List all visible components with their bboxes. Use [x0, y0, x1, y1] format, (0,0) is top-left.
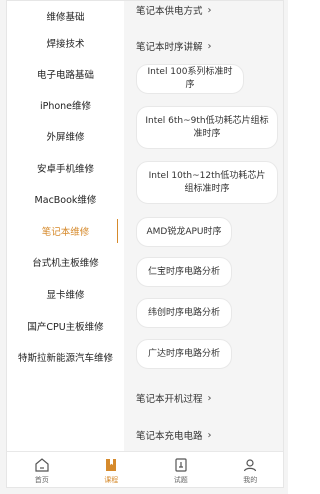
sidebar-item-domestic-cpu-board[interactable]: 国产CPU主板维修: [7, 311, 124, 341]
screenshot-frame: 维修基础 焊接技术 电子电路基础 iPhone维修 外屏维修 安卓手机维修 Ma…: [0, 0, 288, 494]
sidebar-item-label: 笔记本维修: [41, 227, 90, 238]
tab-profile[interactable]: 我的: [216, 452, 284, 487]
section-title: 笔记本充电电路: [136, 431, 203, 442]
exam-icon: [175, 457, 187, 472]
course-bookmark-icon: [106, 458, 117, 471]
lesson-chip[interactable]: Intel 10th~12th低功耗芯片组标准时序: [136, 161, 278, 204]
sidebar-item-graphics-card[interactable]: 显卡维修: [7, 279, 124, 309]
section-boot-process[interactable]: 笔记本开机过程 ›: [136, 391, 212, 406]
sidebar-item-label: 特斯拉新能源汽车维修: [17, 353, 113, 364]
sidebar-item-label: 维修基础: [46, 12, 85, 23]
lesson-chip-label: 仁宝时序电路分析: [147, 266, 220, 277]
lesson-chip-label: Intel 6th~9th低功耗芯片组标准时序: [145, 115, 269, 139]
home-icon: [35, 457, 49, 472]
lesson-chip[interactable]: 仁宝时序电路分析: [136, 257, 232, 287]
lesson-chip-label: Intel 100系列标准时序: [147, 67, 233, 90]
lesson-chip[interactable]: 广达时序电路分析: [136, 339, 232, 369]
profile-icon: [244, 458, 257, 471]
sidebar-item-label: 显卡维修: [46, 290, 85, 301]
sidebar-item-desktop-board[interactable]: 台式机主板维修: [7, 247, 124, 277]
sidebar-item-label: iPhone维修: [39, 101, 92, 112]
sidebar-item-iphone[interactable]: iPhone维修: [7, 90, 124, 120]
sidebar-item-soldering[interactable]: 焊接技术: [7, 28, 124, 58]
tab-label: 试题: [173, 475, 188, 484]
sidebar-item-tesla-ev[interactable]: 特斯拉新能源汽车维修: [7, 342, 124, 372]
section-title: 笔记本时序讲解: [136, 42, 203, 53]
sidebar-item-android[interactable]: 安卓手机维修: [7, 153, 124, 183]
chevron-right-icon: ›: [207, 4, 212, 16]
tab-label: 我的: [243, 475, 258, 484]
chevron-right-icon: ›: [207, 429, 212, 441]
sidebar-item-outer-screen[interactable]: 外屏维修: [7, 121, 124, 151]
chevron-right-icon: ›: [207, 392, 212, 404]
lesson-chip[interactable]: 纬创时序电路分析: [136, 298, 232, 328]
sidebar-item-label: MacBook维修: [34, 195, 97, 206]
section-title: 笔记本供电方式: [136, 6, 203, 17]
app-screen: 维修基础 焊接技术 电子电路基础 iPhone维修 外屏维修 安卓手机维修 Ma…: [6, 0, 284, 488]
section-power-supply[interactable]: 笔记本供电方式 ›: [136, 3, 212, 18]
tab-label: 课程: [104, 475, 119, 484]
sidebar-item-repair-basics[interactable]: 维修基础: [7, 1, 124, 31]
sidebar-item-label: 国产CPU主板维修: [27, 322, 104, 333]
sidebar-item-macbook[interactable]: MacBook维修: [7, 184, 124, 214]
sidebar-item-electronics-basics[interactable]: 电子电路基础: [7, 59, 124, 89]
sidebar-item-label: 安卓手机维修: [36, 164, 94, 175]
lesson-chip[interactable]: Intel 100系列标准时序: [136, 64, 244, 94]
section-charging-circuit[interactable]: 笔记本充电电路 ›: [136, 428, 212, 443]
sidebar-item-laptop[interactable]: 笔记本维修: [7, 216, 124, 246]
tab-course[interactable]: 课程: [77, 452, 147, 487]
tab-exam[interactable]: 试题: [146, 452, 216, 487]
lesson-chip-label: 纬创时序电路分析: [147, 307, 220, 318]
tab-home[interactable]: 首页: [7, 452, 77, 487]
lesson-chip-label: 广达时序电路分析: [147, 348, 220, 359]
sidebar-item-label: 焊接技术: [46, 39, 85, 50]
section-title: 笔记本开机过程: [136, 394, 203, 405]
sidebar-item-label: 外屏维修: [46, 132, 85, 143]
lesson-chip-label: AMD锐龙APU时序: [146, 226, 222, 237]
course-content-panel: 笔记本供电方式 › 笔记本时序讲解 › Intel 100系列标准时序 Inte…: [124, 1, 283, 451]
category-sidebar: 维修基础 焊接技术 电子电路基础 iPhone维修 外屏维修 安卓手机维修 Ma…: [7, 1, 124, 451]
tab-label: 首页: [34, 475, 49, 484]
lesson-chip-label: Intel 10th~12th低功耗芯片组标准时序: [148, 170, 266, 194]
lesson-chip[interactable]: AMD锐龙APU时序: [136, 217, 232, 247]
bottom-tab-bar: 首页 课程 试题 我的: [7, 451, 284, 487]
sidebar-item-label: 电子电路基础: [36, 70, 94, 81]
lesson-chip[interactable]: Intel 6th~9th低功耗芯片组标准时序: [136, 106, 278, 149]
chevron-right-icon: ›: [207, 40, 212, 52]
section-timing[interactable]: 笔记本时序讲解 ›: [136, 39, 212, 54]
sidebar-item-label: 台式机主板维修: [32, 258, 99, 269]
